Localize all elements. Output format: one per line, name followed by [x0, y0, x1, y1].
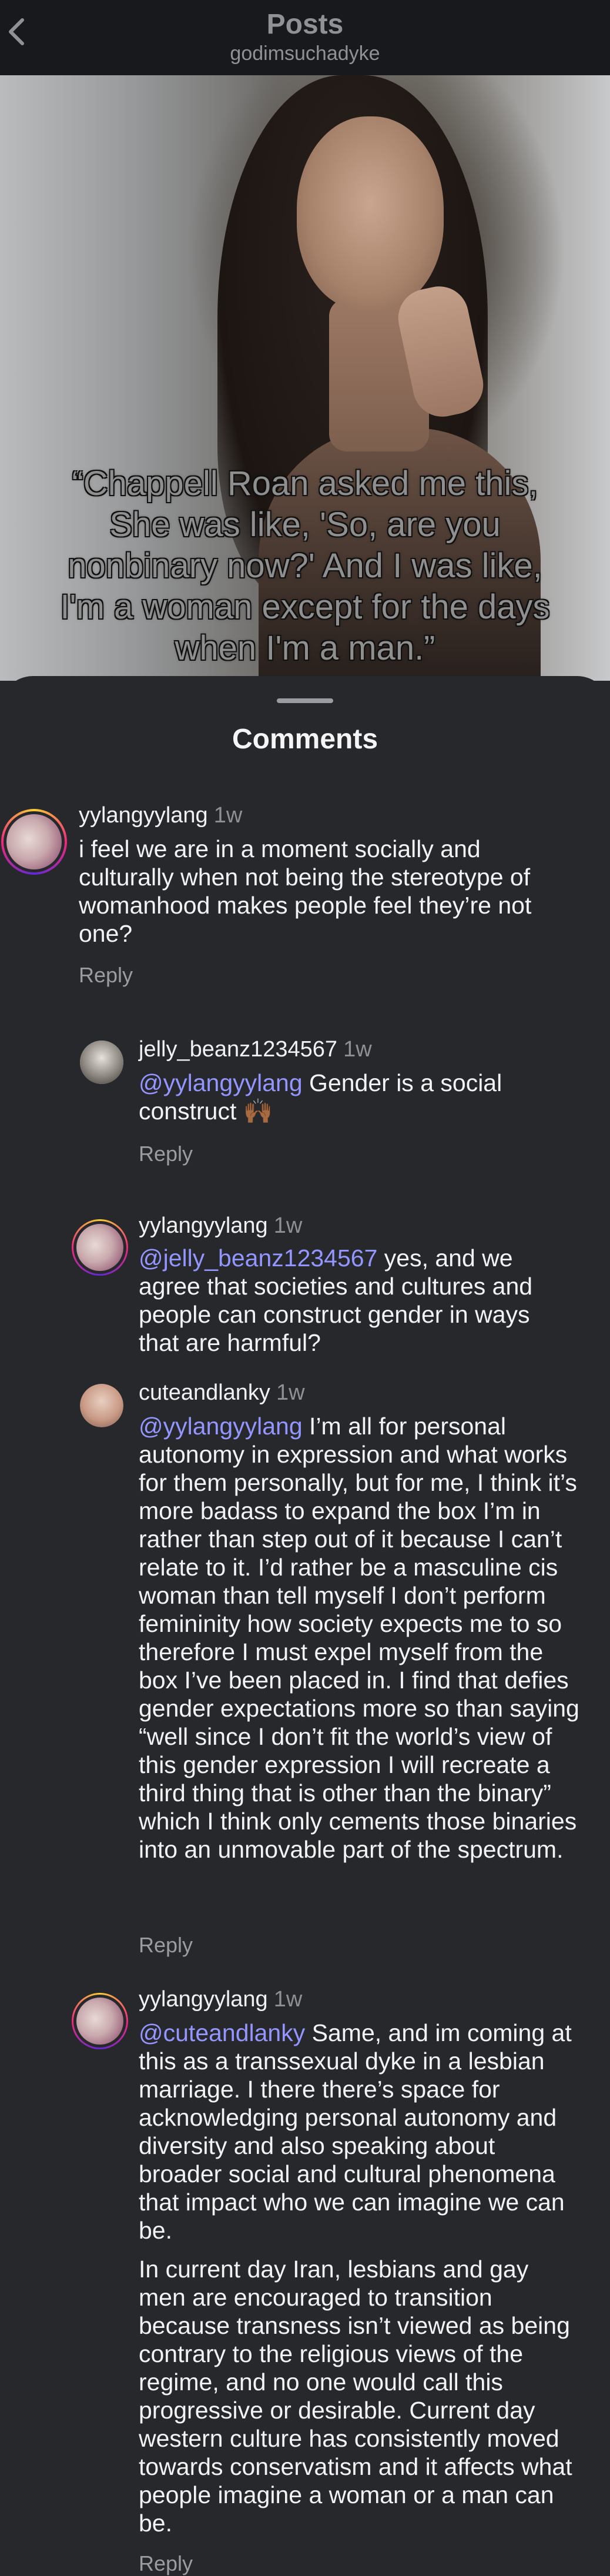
comment-time: 1w — [276, 1380, 305, 1405]
comment-text: @yylangyylang I’m all for personal auton… — [139, 1413, 579, 1863]
comment-username[interactable]: yylangyylang — [79, 803, 208, 828]
photo-subject-face — [297, 116, 444, 310]
reply-button[interactable]: Reply — [139, 1933, 193, 1958]
avatar[interactable] — [72, 1219, 128, 1276]
comment-username[interactable]: cuteandlanky — [139, 1380, 270, 1405]
comment-time: 1w — [343, 1037, 372, 1062]
reply-button[interactable]: Reply — [139, 2551, 193, 2576]
comment-text-paragraph: In current day Iran, lesbians and gay me… — [139, 2256, 572, 2537]
comment-text: @jelly_beanz1234567 yes, and we agree th… — [139, 1244, 533, 1356]
page-title: Posts — [266, 9, 344, 40]
mention-link[interactable]: @cuteandlanky — [139, 2019, 305, 2046]
comment-text: @cuteandlanky Same, and im coming at thi… — [139, 2019, 579, 2548]
comments-sheet: Comments yylangyylang 1w i feel we are in… — [0, 676, 610, 2575]
mention-link[interactable]: @yylangyylang — [139, 1413, 303, 1440]
comment-username[interactable]: jelly_beanz1234567 — [139, 1037, 337, 1062]
avatar[interactable] — [72, 1993, 128, 2049]
top-bar: Posts godimsuchadyke — [0, 0, 610, 75]
post-caption-overlay: “Chappell Roan asked me this, She was li… — [60, 464, 550, 667]
avatar[interactable] — [1, 809, 67, 875]
comment-time: 1w — [273, 1987, 303, 2012]
comment-time: 1w — [273, 1213, 303, 1238]
comment-time: 1w — [213, 803, 243, 828]
sheet-grabber[interactable] — [277, 698, 333, 703]
comment-username[interactable]: yylangyylang — [139, 1987, 268, 2012]
mention-link[interactable]: @jelly_beanz1234567 — [139, 1244, 377, 1272]
avatar[interactable] — [80, 1041, 123, 1084]
comments-title: Comments — [232, 724, 378, 755]
comment-text: @yylangyylang Gender is a social constru… — [139, 1069, 502, 1125]
avatar[interactable] — [80, 1384, 123, 1427]
reply-button[interactable]: Reply — [79, 963, 133, 988]
reply-button[interactable]: Reply — [139, 1142, 193, 1166]
account-username[interactable]: godimsuchadyke — [0, 42, 610, 65]
post-video[interactable]: “Chappell Roan asked me this, She was li… — [0, 75, 610, 681]
mention-link[interactable]: @yylangyylang — [139, 1069, 303, 1096]
comment-text: i feel we are in a moment socially and c… — [79, 835, 532, 947]
comment-username[interactable]: yylangyylang — [139, 1213, 268, 1238]
